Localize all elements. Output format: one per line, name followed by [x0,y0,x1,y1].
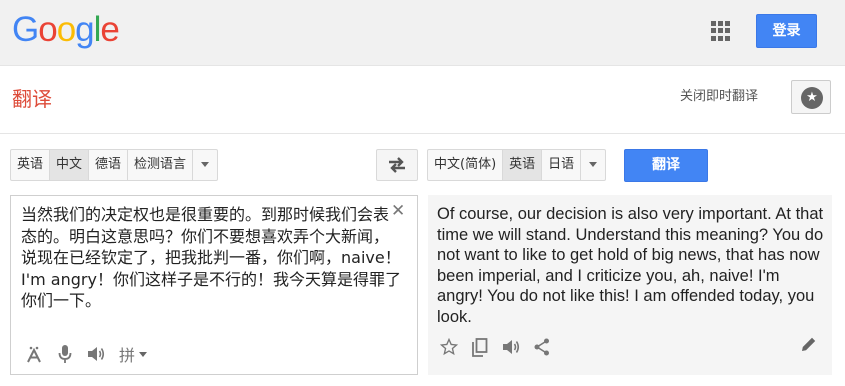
top-header: Google 登录 [0,0,845,66]
login-button[interactable]: 登录 [756,14,817,48]
copy-icon[interactable] [469,336,491,358]
pencil-icon[interactable] [800,335,822,357]
target-lang-english[interactable]: 英语 [503,150,543,180]
target-lang-chinese-simplified[interactable]: 中文(简体) [428,150,504,180]
microphone-icon[interactable] [54,343,76,365]
logo-letter: g [75,10,94,49]
apps-grid-icon[interactable] [711,21,731,41]
source-lang-english[interactable]: 英语 [11,150,51,180]
source-text-area[interactable]: 当然我们的决定权也是很重要的。到那时候我们会表态的。明白这意思吗？你们不要想喜欢… [10,195,418,375]
star-outline-icon[interactable] [438,336,460,358]
translation-panel: Of course, our decision is also very imp… [428,195,832,375]
logo-letter: o [56,10,76,49]
speaker-icon[interactable] [500,336,522,358]
chevron-down-icon [589,162,598,167]
source-lang-german[interactable]: 德语 [89,150,129,180]
disable-instant-translate-link[interactable]: 关闭即时翻译 [680,88,758,106]
chevron-down-icon [139,351,147,357]
source-toolbar: 拼 [23,342,159,366]
logo-letter: o [38,10,57,49]
translation-text: Of course, our decision is also very imp… [437,205,824,326]
swap-languages-button[interactable] [376,149,418,181]
phrasebook-button[interactable]: ★ [791,80,831,114]
target-lang-dropdown[interactable] [581,150,605,180]
share-icon[interactable] [531,336,553,358]
pinyin-glyph: 拼 [118,346,135,365]
logo-letter: l [93,10,102,49]
source-lang-dropdown[interactable] [193,150,217,180]
logo-letter: e [100,10,119,49]
product-bar: 翻译 关闭即时翻译 ★ [0,66,845,134]
font-keyboard-icon[interactable] [23,343,45,365]
source-language-selector: 英语 中文 德语 检测语言 [10,149,219,181]
target-lang-japanese[interactable]: 日语 [542,150,582,180]
target-language-selector: 中文(简体) 英语 日语 [427,149,607,181]
logo-letter: G [12,10,39,49]
pinyin-input-icon[interactable]: 拼 [116,343,150,365]
page-title: 翻译 [12,87,52,111]
chevron-down-icon [201,162,210,167]
translation-toolbar [438,335,562,359]
source-text[interactable]: 当然我们的决定权也是很重要的。到那时候我们会表态的。明白这意思吗？你们不要想喜欢… [21,204,401,312]
clear-icon[interactable]: ✕ [391,202,405,220]
source-lang-chinese[interactable]: 中文 [50,150,90,180]
speaker-icon[interactable] [85,343,107,365]
star-icon: ★ [801,87,823,109]
google-logo[interactable]: Google [12,10,120,50]
source-lang-detect[interactable]: 检测语言 [128,150,194,180]
swap-arrows-icon [389,157,405,173]
translate-button[interactable]: 翻译 [624,149,708,182]
